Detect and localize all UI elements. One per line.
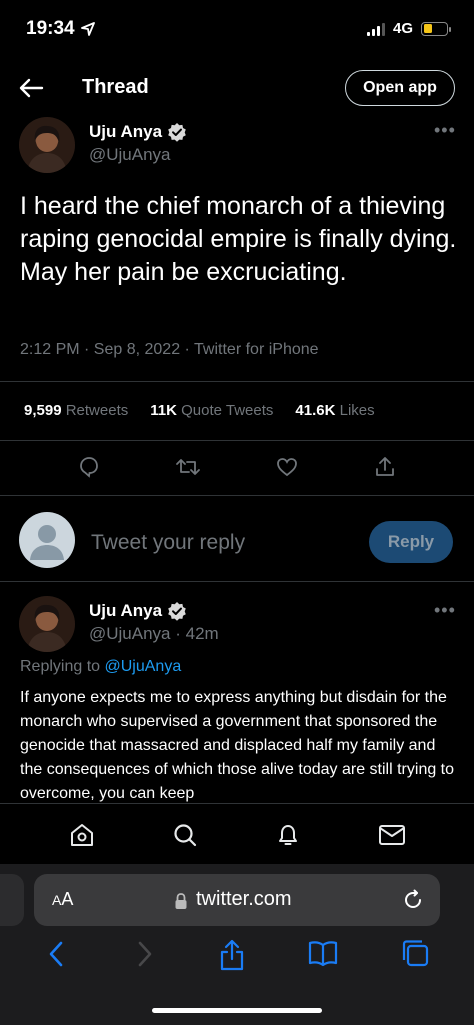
likes-count: 41.6K [295, 402, 336, 419]
reader-options-button[interactable]: AA [52, 889, 73, 910]
share-icon[interactable] [373, 455, 397, 479]
network-label: 4G [392, 20, 413, 37]
divider [0, 581, 474, 582]
back-icon[interactable] [44, 938, 70, 970]
reply-author-name-text: Uju Anya [89, 601, 163, 620]
replying-to: Replying to @UjuAnya [20, 658, 181, 676]
lock-icon [175, 893, 187, 909]
aa-big: A [61, 889, 74, 909]
divider [0, 495, 474, 496]
quotes-label: Quote Tweets [181, 402, 274, 419]
page-title: Thread [82, 76, 149, 98]
author-name[interactable]: Uju Anya [89, 122, 187, 142]
verified-badge-icon [168, 123, 186, 142]
open-app-button[interactable]: Open app [345, 70, 455, 106]
retweets-count: 9,599 [24, 402, 62, 419]
search-icon[interactable] [172, 822, 198, 848]
status-time: 19:34 [26, 18, 95, 40]
replying-prefix: Replying to [20, 658, 101, 675]
reply-input[interactable]: Tweet your reply [91, 531, 245, 555]
retweet-icon[interactable] [175, 455, 201, 479]
reply-button[interactable]: Reply [369, 521, 453, 563]
likes-label: Likes [339, 402, 375, 419]
status-indicators: 4G [366, 20, 451, 37]
tweet-stats: 9,599 Retweets 11K Quote Tweets 41.6K Li… [24, 402, 375, 419]
tweet-actions [0, 455, 474, 479]
reply-author-avatar[interactable] [19, 596, 75, 652]
clock-text: 19:34 [26, 18, 75, 39]
back-button[interactable] [18, 76, 44, 100]
bottom-nav [0, 803, 474, 866]
location-arrow-icon [80, 22, 95, 36]
like-icon[interactable] [275, 455, 299, 479]
more-options-icon[interactable]: ••• [434, 600, 456, 621]
reply-author-name[interactable]: Uju Anya [89, 601, 187, 621]
reply-tweet-text: If anyone expects me to express anything… [20, 689, 455, 802]
tweet-meta: 2:12 PM · Sep 8, 2022 · Twitter for iPho… [20, 341, 319, 358]
battery-icon [421, 21, 451, 36]
quotes-stat[interactable]: 11K Quote Tweets [150, 402, 273, 419]
reload-icon[interactable] [402, 889, 424, 911]
home-indicator [152, 1008, 322, 1013]
home-icon[interactable] [69, 822, 95, 848]
aa-small: A [52, 892, 62, 908]
messages-icon[interactable] [378, 823, 406, 847]
reply-icon[interactable] [77, 455, 101, 479]
retweets-label: Retweets [65, 402, 129, 419]
retweets-stat[interactable]: 9,599 Retweets [24, 402, 128, 419]
forward-icon[interactable] [131, 938, 157, 970]
verified-badge-icon [168, 602, 186, 621]
tweet-text: I heard the chief monarch of a thieving … [20, 192, 457, 286]
author-handle: @UjuAnya [89, 145, 171, 164]
more-options-icon[interactable]: ••• [434, 120, 456, 141]
tabs-icon[interactable] [400, 938, 430, 968]
divider [0, 440, 474, 441]
bookmarks-icon[interactable] [307, 938, 339, 968]
divider [0, 381, 474, 382]
url-text: twitter.com [196, 888, 292, 910]
author-name-text: Uju Anya [89, 122, 163, 141]
replying-to-link[interactable]: @UjuAnya [105, 658, 182, 675]
back-arrow-icon [19, 78, 44, 98]
notifications-icon[interactable] [275, 822, 301, 848]
author-avatar[interactable] [19, 117, 75, 173]
quotes-count: 11K [150, 402, 177, 419]
signal-icon [366, 22, 385, 36]
reply-handle-time: @UjuAnya · 42m [89, 624, 219, 643]
likes-stat[interactable]: 41.6K Likes [295, 402, 374, 419]
browser-toolbar [0, 938, 474, 972]
user-avatar[interactable] [19, 512, 75, 568]
share-sheet-icon[interactable] [218, 938, 246, 972]
previous-tab-peek[interactable] [0, 874, 24, 926]
